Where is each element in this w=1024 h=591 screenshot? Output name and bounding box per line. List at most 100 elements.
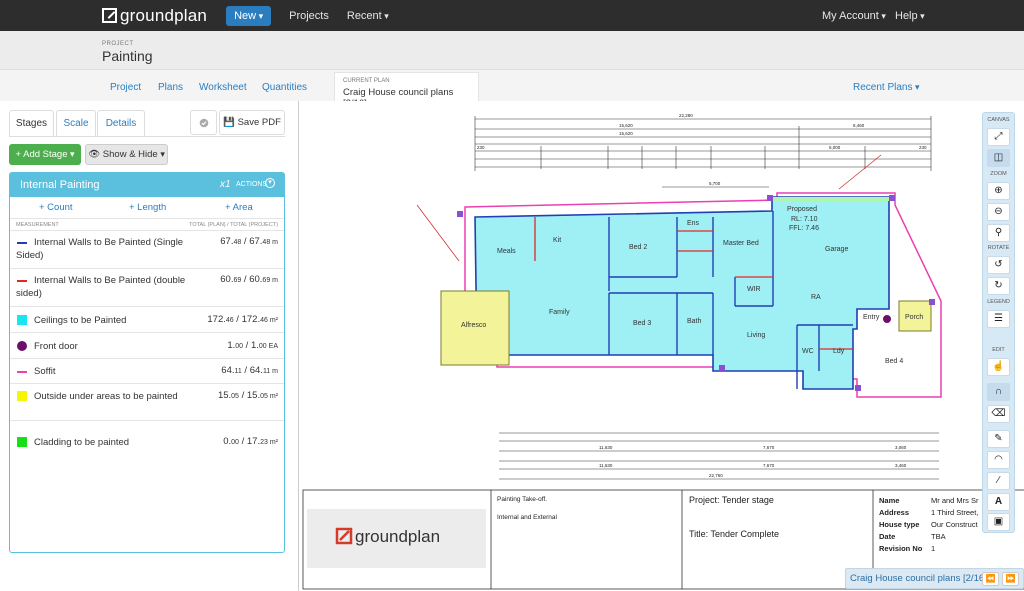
plan-canvas[interactable]: 22,280 15,620 6,460 15,620 230 6,000 230… (298, 101, 1024, 591)
measurement-total-part: 60. (249, 274, 263, 285)
add-length-button[interactable]: + Length (129, 202, 166, 213)
recent-plans-dropdown[interactable]: Recent Plans (853, 82, 920, 93)
measurement-total-part: 67. (249, 236, 263, 247)
previous-plan-icon[interactable]: ⏪ (982, 572, 999, 586)
measurement-total: 64.11 / 64.11 m (221, 365, 278, 376)
measurement-row[interactable]: Cladding to be painted 0.00 / 17.23 m² (10, 420, 284, 458)
measurement-label: Front door (34, 341, 78, 352)
nav-projects[interactable]: Projects (289, 10, 329, 22)
stage-panel: Internal Painting x1 ACTIONS ▾ + Count +… (9, 172, 285, 553)
room-bath: Bath (687, 318, 702, 325)
save-pdf-button[interactable]: 💾 Save PDF (219, 110, 285, 135)
measurement-label: Outside under areas to be painted (34, 391, 178, 402)
zoom-out-icon[interactable]: ⊖ (987, 203, 1010, 221)
magnet-icon[interactable]: ∩ (987, 383, 1010, 401)
brand-name: groundplan (120, 5, 208, 25)
ruler-icon[interactable]: ∕ (987, 472, 1010, 490)
measurement-total: 60.69 / 60.69 m (220, 274, 278, 285)
dim-top-b: 6,460 (853, 123, 865, 128)
text-tool-icon[interactable]: A (987, 493, 1010, 511)
tab-plans[interactable]: Plans (158, 82, 183, 93)
cladding-area[interactable] (771, 197, 889, 201)
measurement-row[interactable]: Internal Walls to Be Painted (double sid… (10, 268, 284, 306)
chevron-down-icon[interactable]: ▾ (265, 178, 275, 188)
toolbar-edit-label: EDIT (992, 347, 1005, 353)
legend-list-icon[interactable]: ☰ (987, 310, 1010, 328)
measurement-total-part: 15. (217, 390, 232, 401)
dim-bottom-overall: 22,760 (709, 473, 723, 478)
measurement-total-part: m² (267, 439, 278, 446)
measurement-total-part: m (270, 368, 278, 375)
nav-recent[interactable]: Recent (347, 10, 389, 22)
measurement-total-part: 05 (260, 393, 268, 400)
measurement-total-part: 15. (246, 390, 261, 401)
rotate-right-icon[interactable]: ↻ (987, 277, 1010, 295)
stage-multiplier[interactable]: x1 (220, 179, 231, 190)
measurement-total-part: EA (266, 343, 278, 350)
room-entry: Entry (863, 314, 880, 321)
fullscreen-icon[interactable]: ⤢ (987, 128, 1010, 146)
current-plan-kicker: CURRENT PLAN (343, 78, 390, 84)
dim-bottom-d: 11,630 (599, 463, 613, 468)
nav-help[interactable]: Help (895, 10, 925, 22)
check-circle-icon (199, 118, 208, 128)
ffl-label: FFL: 7.46 (789, 225, 819, 232)
pencil-icon[interactable]: ✎ (987, 430, 1010, 448)
field-address-key: Address (879, 508, 909, 517)
zoom-in-icon[interactable]: ⊕ (987, 182, 1010, 200)
measurement-row[interactable]: Ceilings to be Painted 172.46 / 172.46 m² (10, 306, 284, 332)
page-title: Painting (102, 48, 153, 64)
dim-top-a: 15,620 (619, 123, 633, 128)
measurement-total-part: 64. (221, 365, 235, 376)
drawing-title: Title: Tender Complete (689, 529, 779, 539)
measurement-row[interactable]: Internal Walls to Be Painted (Single Sid… (10, 230, 284, 268)
tab-project[interactable]: Project (110, 82, 141, 93)
tab-stages[interactable]: Stages (9, 110, 54, 137)
add-area-button[interactable]: + Area (225, 202, 253, 213)
split-view-icon[interactable]: ◫ (987, 149, 1010, 167)
front-door-marker[interactable] (883, 315, 891, 323)
measurement-row[interactable]: Soffit 64.11 / 64.11 m (10, 358, 284, 383)
new-button[interactable]: New (226, 5, 272, 26)
plan-pager-label[interactable]: Craig House council plans [2/16] (850, 573, 987, 584)
room-bed2: Bed 2 (629, 244, 647, 251)
pointer-icon[interactable]: ☝ (987, 358, 1010, 376)
tab-worksheet[interactable]: Worksheet (199, 82, 247, 93)
current-plan-tab[interactable]: CURRENT PLAN Craig House council plans [… (334, 72, 479, 109)
dim-top-d: 230 (477, 145, 485, 150)
tab-scale[interactable]: Scale (56, 110, 96, 137)
toolbar-zoom-label: ZOOM (990, 171, 1007, 177)
field-house-type-key: House type (879, 520, 919, 529)
eraser-icon[interactable]: ⌫ (987, 405, 1010, 423)
measurement-total-part: 60. (220, 274, 234, 285)
dim-bottom-a: 11,630 (599, 445, 613, 450)
brand-logo[interactable]: groundplan (102, 6, 207, 26)
measurement-list: Internal Walls to Be Painted (Single Sid… (10, 230, 284, 458)
stage-title: Internal Painting (20, 179, 100, 191)
rotate-left-icon[interactable]: ↺ (987, 256, 1010, 274)
tab-details[interactable]: Details (97, 110, 145, 137)
dim-bottom-c: 3,060 (895, 445, 907, 450)
show-hide-button[interactable]: 👁 Show & Hide (85, 144, 168, 165)
stage-actions[interactable]: ACTIONS (236, 181, 267, 188)
measurement-row[interactable]: Front door 1.00 / 1.00 EA (10, 332, 284, 358)
dim-top-e: 6,000 (829, 145, 841, 150)
room-alfresco: Alfresco (461, 322, 486, 329)
stage-header[interactable]: Internal Painting x1 ACTIONS ▾ (10, 173, 284, 197)
tab-quantities[interactable]: Quantities (262, 82, 307, 93)
image-icon[interactable]: ▣ (987, 513, 1010, 531)
toggle-button[interactable] (190, 110, 217, 135)
room-garage: Garage (825, 246, 848, 253)
next-plan-icon[interactable]: ⏩ (1002, 572, 1019, 586)
floor-plan-drawing[interactable]: 22,280 15,620 6,460 15,620 230 6,000 230… (299, 101, 1024, 591)
measurement-row[interactable]: Outside under areas to be painted 15.05 /… (10, 383, 284, 420)
left-panel: Stages Scale Details 💾 Save PDF + Add St… (0, 101, 298, 591)
measurement-label: Ceilings to be Painted (34, 315, 127, 326)
measurement-total-part: / (233, 314, 242, 325)
zoom-fit-icon[interactable]: ⚲ (987, 224, 1010, 242)
add-stage-button[interactable]: + Add Stage (9, 144, 81, 165)
nav-my-account[interactable]: My Account (822, 10, 886, 22)
add-count-button[interactable]: + Count (39, 202, 73, 213)
measurement-total-part: / (238, 390, 247, 401)
arc-icon[interactable]: ◠ (987, 451, 1010, 469)
